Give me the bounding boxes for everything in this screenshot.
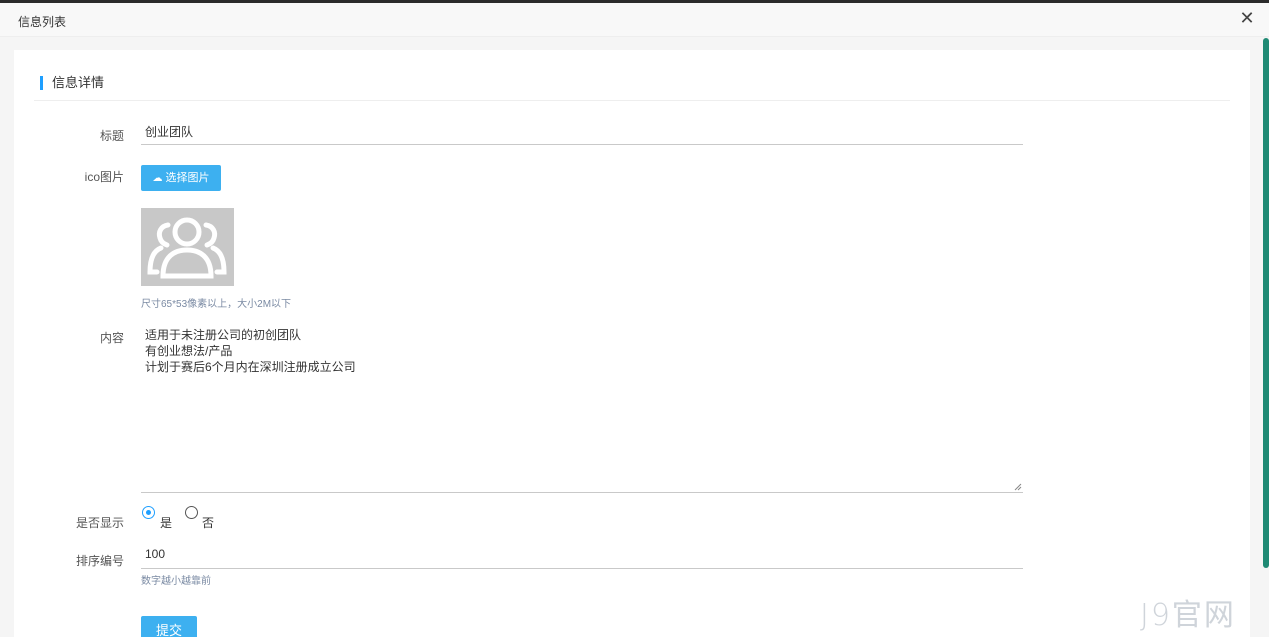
scrollbar[interactable] [1263, 38, 1269, 568]
image-preview [141, 208, 234, 286]
content-line: 计划于赛后6个月内在深圳注册成立公司 [145, 360, 356, 374]
sort-input[interactable]: 100 [141, 547, 1023, 569]
form-panel: 信息详情 标题 创业团队 ico图片 ☁ 选择图片 尺寸65*53像素以上，大小2… [14, 50, 1250, 637]
content-line: 有创业想法/产品 [145, 344, 233, 358]
group-users-icon [147, 217, 227, 279]
radio-visible-yes[interactable] [142, 506, 155, 519]
radio-visible-no[interactable] [185, 506, 198, 519]
content-textarea[interactable]: 适用于未注册公司的初创团队 有创业想法/产品 计划于赛后6个月内在深圳注册成立公… [141, 323, 1023, 493]
resize-handle-icon[interactable] [1014, 483, 1022, 491]
title-label: 标题 [99, 129, 124, 143]
upload-button-label: 选择图片 [165, 172, 210, 184]
submit-button[interactable]: 提交 [141, 616, 197, 637]
visible-label: 是否显示 [75, 516, 124, 530]
dialog-title-bar: 信息列表 ✕ [0, 3, 1269, 37]
cloud-upload-icon: ☁ [152, 173, 163, 184]
upload-image-button[interactable]: ☁ 选择图片 [141, 165, 221, 191]
image-size-hint: 尺寸65*53像素以上，大小2M以下 [141, 299, 292, 310]
watermark: J9官网 [1140, 598, 1236, 633]
radio-no-label: 否 [202, 516, 215, 530]
section-divider [34, 100, 1230, 101]
section-title: 信息详情 [40, 76, 104, 90]
icon-label: ico图片 [84, 170, 124, 184]
sort-label: 排序编号 [75, 554, 124, 568]
sort-hint: 数字越小越靠前 [141, 576, 211, 587]
dialog-title: 信息列表 [18, 15, 67, 29]
title-input[interactable]: 创业团队 [141, 123, 1023, 145]
content-line: 适用于未注册公司的初创团队 [145, 328, 302, 342]
close-icon[interactable]: ✕ [1239, 9, 1255, 27]
content-label: 内容 [99, 331, 124, 345]
radio-yes-label: 是 [160, 516, 173, 530]
